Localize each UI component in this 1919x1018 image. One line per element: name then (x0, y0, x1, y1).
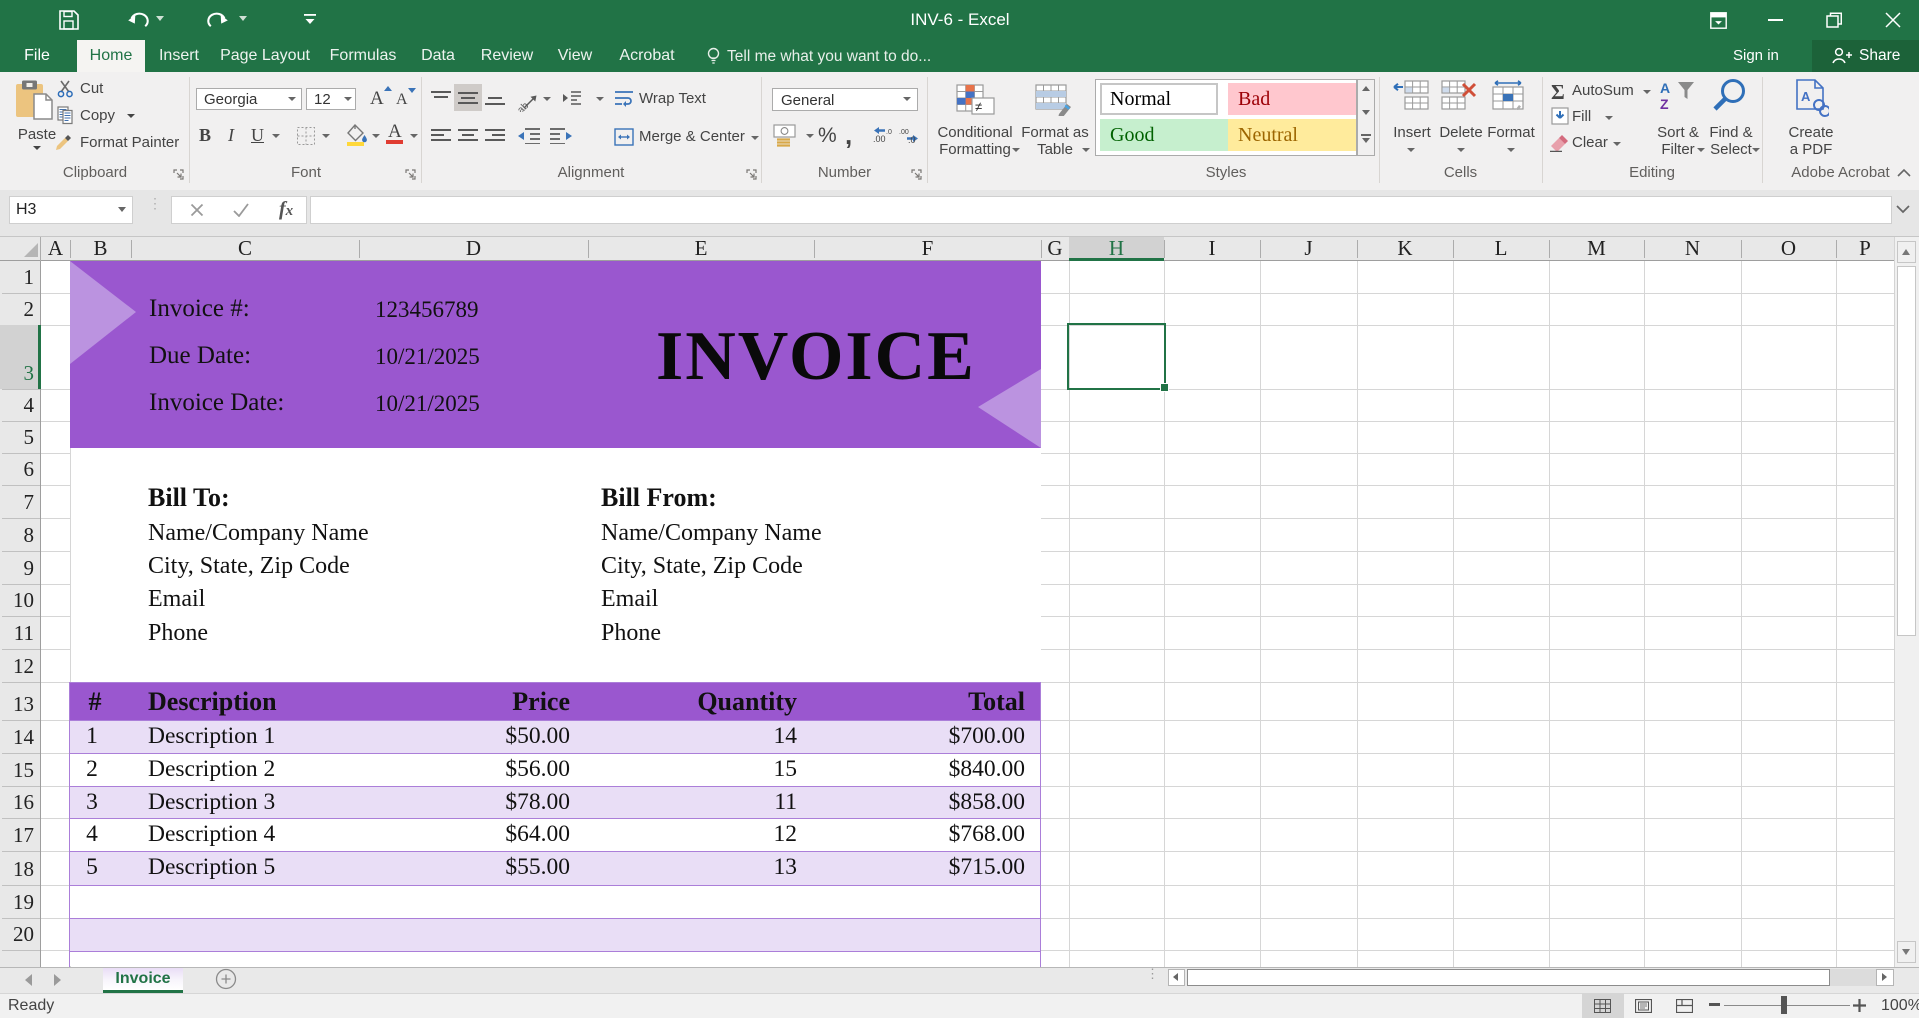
svg-text:.00: .00 (873, 134, 886, 144)
svg-text:.0: .0 (886, 129, 892, 136)
svg-text:A: A (1660, 80, 1670, 96)
svg-text:.0: .0 (908, 135, 916, 144)
svg-text:Z: Z (1660, 96, 1669, 112)
svg-text:≠: ≠ (975, 99, 982, 114)
svg-text:A: A (1801, 89, 1811, 104)
